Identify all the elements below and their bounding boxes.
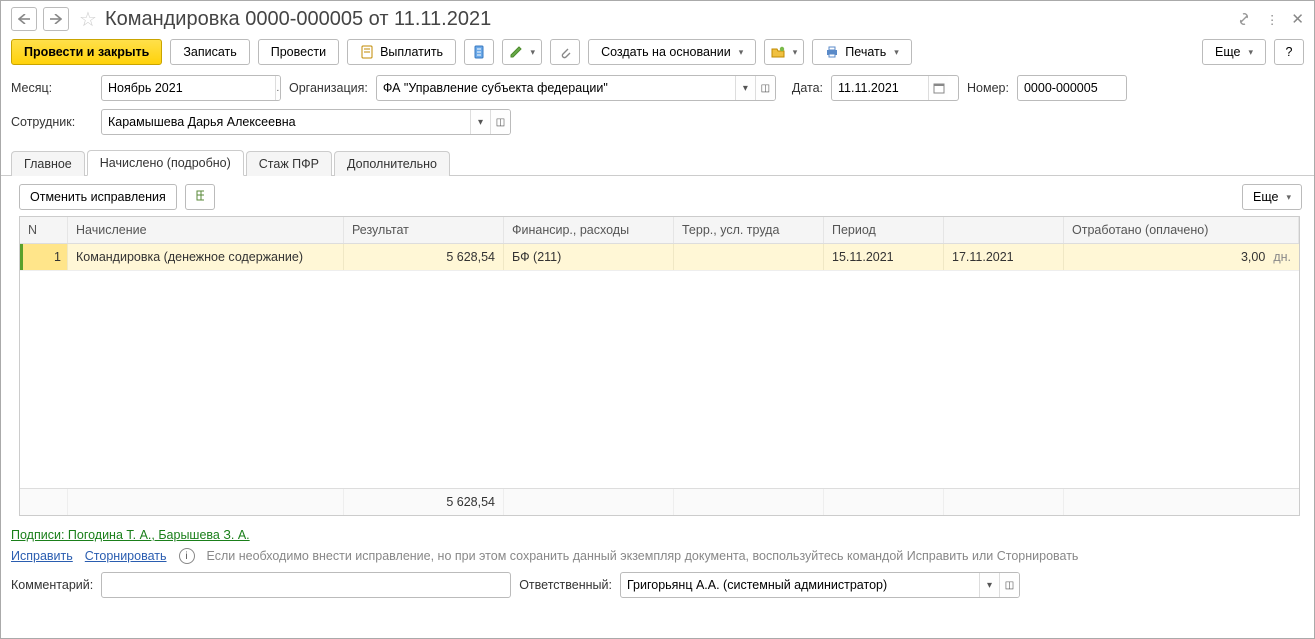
- table-add-icon: [196, 190, 204, 204]
- paperclip-icon: [558, 45, 572, 59]
- comment-label: Комментарий:: [11, 578, 93, 592]
- col-accrual[interactable]: Начисление: [68, 217, 344, 243]
- save-button[interactable]: Записать: [170, 39, 249, 65]
- employee-dropdown-button[interactable]: ▾: [470, 110, 490, 134]
- link-icon[interactable]: [1236, 11, 1252, 27]
- tab-accruals[interactable]: Начислено (подробно): [87, 150, 244, 176]
- edit-icon-button[interactable]: ▾: [502, 39, 542, 65]
- calendar-icon: [933, 82, 945, 94]
- tab-pfr[interactable]: Стаж ПФР: [246, 151, 332, 176]
- footer-result-total: 5 628,54: [344, 489, 504, 515]
- responsible-open-button[interactable]: ◫: [999, 573, 1019, 597]
- col-n[interactable]: N: [20, 217, 68, 243]
- nav-forward-button[interactable]: [43, 7, 69, 31]
- org-label: Организация:: [289, 81, 368, 95]
- fix-link[interactable]: Исправить: [11, 549, 73, 563]
- cell-accrual: Командировка (денежное содержание): [68, 244, 344, 270]
- favorite-star-icon[interactable]: ☆: [79, 7, 97, 32]
- cancel-corrections-button[interactable]: Отменить исправления: [19, 184, 177, 210]
- cell-period-from: 15.11.2021: [824, 244, 944, 270]
- col-finance[interactable]: Финансир., расходы: [504, 217, 674, 243]
- close-icon[interactable]: ✕: [1291, 10, 1304, 28]
- date-calendar-button[interactable]: [928, 76, 948, 100]
- storno-link[interactable]: Сторнировать: [85, 549, 167, 563]
- attach-icon-button[interactable]: [550, 39, 580, 65]
- doc-icon-button[interactable]: [464, 39, 494, 65]
- org-dropdown-button[interactable]: ▾: [735, 76, 755, 100]
- folder-icon-button[interactable]: ▾: [764, 39, 804, 65]
- help-button[interactable]: ?: [1274, 39, 1304, 65]
- tab-main[interactable]: Главное: [11, 151, 85, 176]
- month-ellipsis-button[interactable]: …: [275, 76, 281, 100]
- nav-back-button[interactable]: [11, 7, 37, 31]
- printer-icon: [825, 45, 839, 59]
- responsible-dropdown-button[interactable]: ▾: [979, 573, 999, 597]
- month-input[interactable]: [102, 76, 275, 100]
- post-button[interactable]: Провести: [258, 39, 339, 65]
- cell-terr: [674, 244, 824, 270]
- arrow-left-icon: [18, 14, 30, 24]
- responsible-label: Ответственный:: [519, 578, 612, 592]
- signatures-link[interactable]: Подписи: Погодина Т. А., Барышева З. А.: [11, 528, 250, 542]
- number-input[interactable]: [1018, 76, 1126, 100]
- create-based-on-button[interactable]: Создать на основании ▾: [588, 39, 756, 65]
- print-button[interactable]: Печать ▾: [812, 39, 911, 65]
- month-label: Месяц:: [11, 81, 93, 95]
- accruals-table: N Начисление Результат Финансир., расход…: [19, 216, 1300, 516]
- cell-n: 1: [20, 244, 68, 270]
- employee-input[interactable]: [102, 110, 470, 134]
- col-worked[interactable]: Отработано (оплачено): [1064, 217, 1299, 243]
- date-input[interactable]: [832, 76, 928, 100]
- col-period-to[interactable]: [944, 217, 1064, 243]
- tab-extra[interactable]: Дополнительно: [334, 151, 450, 176]
- hint-text: Если необходимо внести исправление, но п…: [207, 549, 1079, 563]
- pay-button[interactable]: Выплатить: [347, 39, 456, 65]
- more-button[interactable]: Еще ▾: [1202, 39, 1266, 65]
- post-and-close-button[interactable]: Провести и закрыть: [11, 39, 162, 65]
- date-label: Дата:: [792, 81, 823, 95]
- responsible-input[interactable]: [621, 573, 979, 597]
- cell-period-to: 17.11.2021: [944, 244, 1064, 270]
- col-terr[interactable]: Терр., усл. труда: [674, 217, 824, 243]
- comment-input[interactable]: [102, 573, 510, 597]
- cell-finance: БФ (211): [504, 244, 674, 270]
- kebab-menu-icon[interactable]: ⋮: [1266, 12, 1278, 27]
- folder-gear-icon: [771, 45, 784, 59]
- number-label: Номер:: [967, 81, 1009, 95]
- arrow-right-icon: [50, 14, 62, 24]
- pencil-icon: [509, 45, 522, 59]
- org-input[interactable]: [377, 76, 735, 100]
- table-settings-button[interactable]: [185, 184, 215, 210]
- cell-worked: 3,00 дн.: [1064, 244, 1299, 270]
- document-icon: [472, 45, 486, 59]
- col-period-from[interactable]: Период: [824, 217, 944, 243]
- employee-label: Сотрудник:: [11, 115, 93, 129]
- cell-result: 5 628,54: [344, 244, 504, 270]
- table-row[interactable]: 1 Командировка (денежное содержание) 5 6…: [20, 244, 1299, 271]
- org-open-button[interactable]: ◫: [755, 76, 775, 100]
- info-icon: i: [179, 548, 195, 564]
- document-pay-icon: [360, 45, 374, 59]
- page-title: Командировка 0000-000005 от 11.11.2021: [105, 8, 491, 31]
- col-result[interactable]: Результат: [344, 217, 504, 243]
- employee-open-button[interactable]: ◫: [490, 110, 510, 134]
- tab-more-button[interactable]: Еще ▾: [1242, 184, 1302, 210]
